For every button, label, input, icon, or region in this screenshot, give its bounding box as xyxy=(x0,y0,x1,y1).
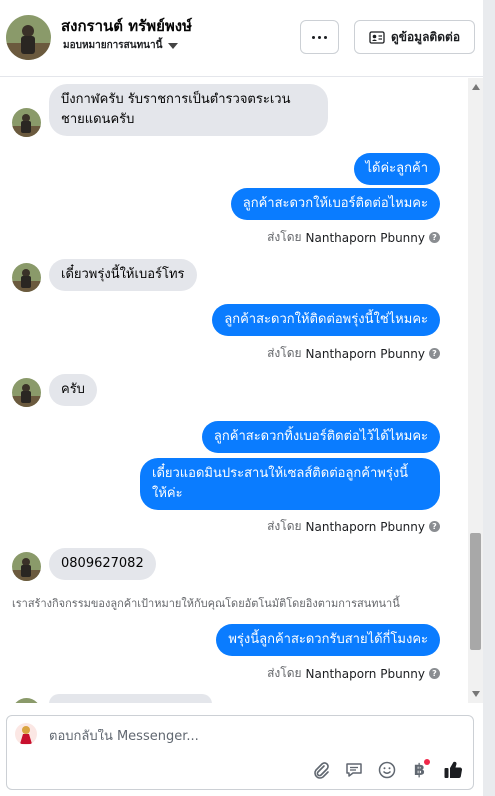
contact-avatar[interactable] xyxy=(6,15,51,60)
chat-bubble-icon[interactable] xyxy=(343,759,364,780)
contact-avatar-small xyxy=(12,698,41,703)
reply-composer: ฿ xyxy=(6,715,474,790)
contact-info-label: ดูข้อมูลติดต่อ xyxy=(390,29,461,44)
scroll-up-arrow-icon[interactable] xyxy=(472,84,480,90)
outgoing-message: เดี๋ยวแอดมินประสานให้เซลส์ติดต่อลูกค้าพร… xyxy=(140,458,440,510)
sent-by-label: ส่งโดย Nanthaporn Pbunny ? xyxy=(267,664,440,683)
sent-by-prefix: ส่งโดย xyxy=(267,346,302,360)
scroll-down-arrow-icon[interactable] xyxy=(472,691,480,697)
system-note: เราสร้างกิจกรรมของลูกค้าเป้าหมายให้กับคุ… xyxy=(12,597,400,610)
reply-input[interactable] xyxy=(49,729,349,744)
incoming-message-partial xyxy=(49,694,212,703)
help-icon[interactable]: ? xyxy=(429,232,440,243)
view-contact-info-button[interactable]: ดูข้อมูลติดต่อ xyxy=(354,20,475,54)
outgoing-message: ได้ค่ะลูกค้า xyxy=(353,153,440,185)
caret-down-icon xyxy=(168,43,179,49)
thumbs-up-icon[interactable] xyxy=(442,759,463,780)
outgoing-message: พรุ่งนี้ลูกค้าสะดวกรับสายได้กี่โมงคะ xyxy=(216,624,440,656)
incoming-message: เดี๋ยวพรุ่งนี้ให้เบอร์โทร xyxy=(49,259,197,291)
contact-avatar-small xyxy=(12,552,41,581)
sender-name: Nanthaporn Pbunny xyxy=(305,230,425,245)
baht-payment-icon[interactable]: ฿ xyxy=(409,759,430,780)
composer-tools: ฿ xyxy=(310,759,463,780)
contact-avatar-small xyxy=(12,263,41,292)
paperclip-icon[interactable] xyxy=(310,759,331,780)
more-dots-icon xyxy=(312,35,327,39)
sent-by-prefix: ส่งโดย xyxy=(267,666,302,680)
sent-by-prefix: ส่งโดย xyxy=(267,230,302,244)
sent-by-prefix: ส่งโดย xyxy=(267,519,302,533)
assign-label: มอบหมายการสนทนานี้ xyxy=(63,40,163,51)
contact-card-icon xyxy=(369,30,385,44)
outgoing-message: ลูกค้าสะดวกให้ติดต่อพรุ่งนี้ใช่ไหมคะ xyxy=(212,304,440,336)
message-text-line: ให้ค่ะ xyxy=(152,486,183,501)
sent-by-label: ส่งโดย Nanthaporn Pbunny ? xyxy=(267,344,440,363)
emoji-icon[interactable] xyxy=(376,759,397,780)
message-text-line: ชายแดนครับ xyxy=(61,112,135,127)
help-icon[interactable]: ? xyxy=(429,668,440,679)
contact-avatar-small xyxy=(12,378,41,407)
help-icon[interactable]: ? xyxy=(429,348,440,359)
page-avatar xyxy=(15,723,37,745)
more-options-button[interactable] xyxy=(300,20,339,54)
message-text-line: บึงกาฬครับ รับราชการเป็นตำรวจตระเวน xyxy=(61,92,291,107)
chat-scrollbar[interactable] xyxy=(468,78,483,703)
conversation-header: สงกรานต์ ทรัพย์พงษ์ มอบหมายการสนทนานี้ ด… xyxy=(0,0,483,77)
sender-name: Nanthaporn Pbunny xyxy=(305,519,425,534)
assign-conversation-dropdown[interactable]: มอบหมายการสนทนานี้ xyxy=(63,38,179,53)
sent-by-label: ส่งโดย Nanthaporn Pbunny ? xyxy=(267,228,440,247)
page-edge xyxy=(483,0,495,796)
contact-avatar-small xyxy=(12,108,41,137)
help-icon[interactable]: ? xyxy=(429,521,440,532)
sender-name: Nanthaporn Pbunny xyxy=(305,346,425,361)
incoming-message: 0809627082 xyxy=(49,548,156,580)
sent-by-label: ส่งโดย Nanthaporn Pbunny ? xyxy=(267,517,440,536)
message-text-line: เดี๋ยวแอดมินประสานให้เซลส์ติดต่อลูกค้าพร… xyxy=(152,466,409,481)
incoming-message: บึงกาฬครับ รับราชการเป็นตำรวจตระเวน ชายแ… xyxy=(49,84,328,136)
incoming-message: ครับ xyxy=(49,374,97,406)
message-thread[interactable]: บึงกาฬครับ รับราชการเป็นตำรวจตระเวน ชายแ… xyxy=(0,78,483,703)
outgoing-message: ลูกค้าสะดวกให้เบอร์ติดต่อไหมคะ xyxy=(230,188,440,220)
outgoing-message: ลูกค้าสะดวกทิ้งเบอร์ติดต่อไว้ได้ไหมคะ xyxy=(201,421,440,453)
notification-dot xyxy=(424,759,430,765)
contact-name[interactable]: สงกรานต์ ทรัพย์พงษ์ xyxy=(61,14,192,38)
scroll-thumb[interactable] xyxy=(470,533,481,650)
sender-name: Nanthaporn Pbunny xyxy=(305,666,425,681)
